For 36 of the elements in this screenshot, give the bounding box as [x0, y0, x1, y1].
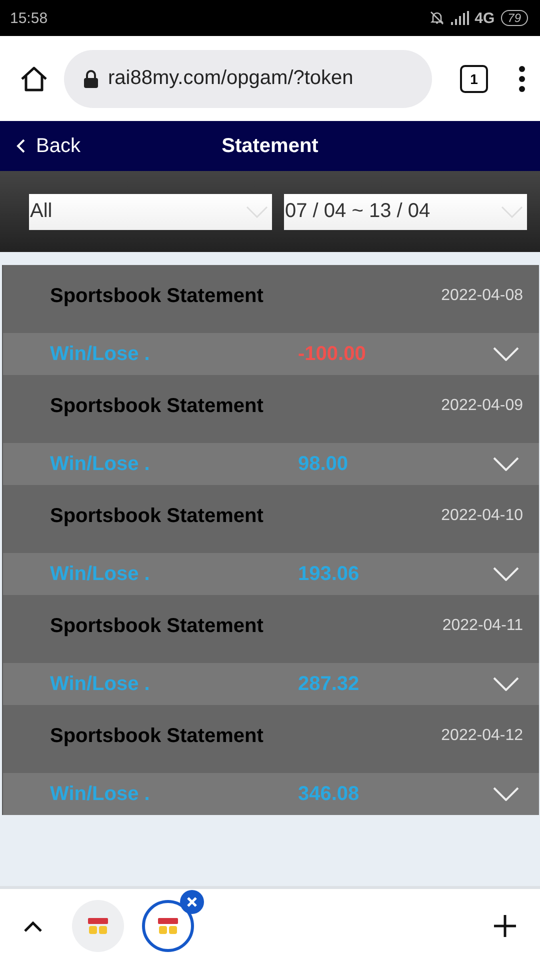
address-bar[interactable]: rai88my.com/opgam/?token: [64, 50, 432, 108]
chevron-down-icon[interactable]: [493, 677, 519, 691]
filter-dropdown[interactable]: 07 / 04 ~ 13 / 04: [284, 194, 527, 230]
amount-value: 193.06: [298, 562, 360, 584]
statement-header: Sportsbook Statement 2022-04-10: [3, 485, 539, 553]
statement-header: Sportsbook Statement 2022-04-09: [3, 375, 539, 443]
filter-dropdown[interactable]: All: [29, 194, 272, 230]
statement-header: Sportsbook Statement 2022-04-08: [3, 265, 539, 333]
amount-value: 98.00: [298, 452, 348, 474]
amount-value: -100.00: [298, 342, 366, 364]
home-icon[interactable]: [20, 66, 48, 92]
tab-count-button[interactable]: 1: [460, 64, 488, 92]
menu-icon[interactable]: [518, 66, 526, 92]
back-button[interactable]: Back: [0, 134, 86, 158]
clock-time: 15:58: [10, 10, 49, 26]
amount-value: 346.08: [298, 782, 360, 804]
battery-level: 79: [500, 10, 528, 26]
signal-icon: [450, 11, 469, 25]
chevron-down-icon[interactable]: [493, 787, 519, 801]
lock-icon: [84, 70, 98, 88]
amount-value: 287.32: [298, 672, 360, 694]
network-label: 4G: [474, 10, 495, 26]
logo-icon: [157, 917, 179, 935]
chevron-up-icon[interactable]: [24, 920, 42, 932]
chevron-down-icon[interactable]: [493, 347, 519, 361]
close-icon[interactable]: [180, 890, 204, 914]
statement-header: Sportsbook Statement 2022-04-12: [3, 705, 539, 773]
chevron-down-icon[interactable]: [493, 457, 519, 471]
page-title: Statement: [222, 134, 318, 158]
chevron-down-icon[interactable]: [493, 567, 519, 581]
bell-muted-icon: [428, 10, 445, 26]
add-icon[interactable]: [494, 915, 516, 937]
tab-thumbnail[interactable]: [72, 900, 124, 952]
logo-icon: [87, 917, 109, 935]
chevron-left-icon[interactable]: [16, 139, 26, 153]
statement-header: Sportsbook Statement 2022-04-11: [3, 595, 539, 663]
